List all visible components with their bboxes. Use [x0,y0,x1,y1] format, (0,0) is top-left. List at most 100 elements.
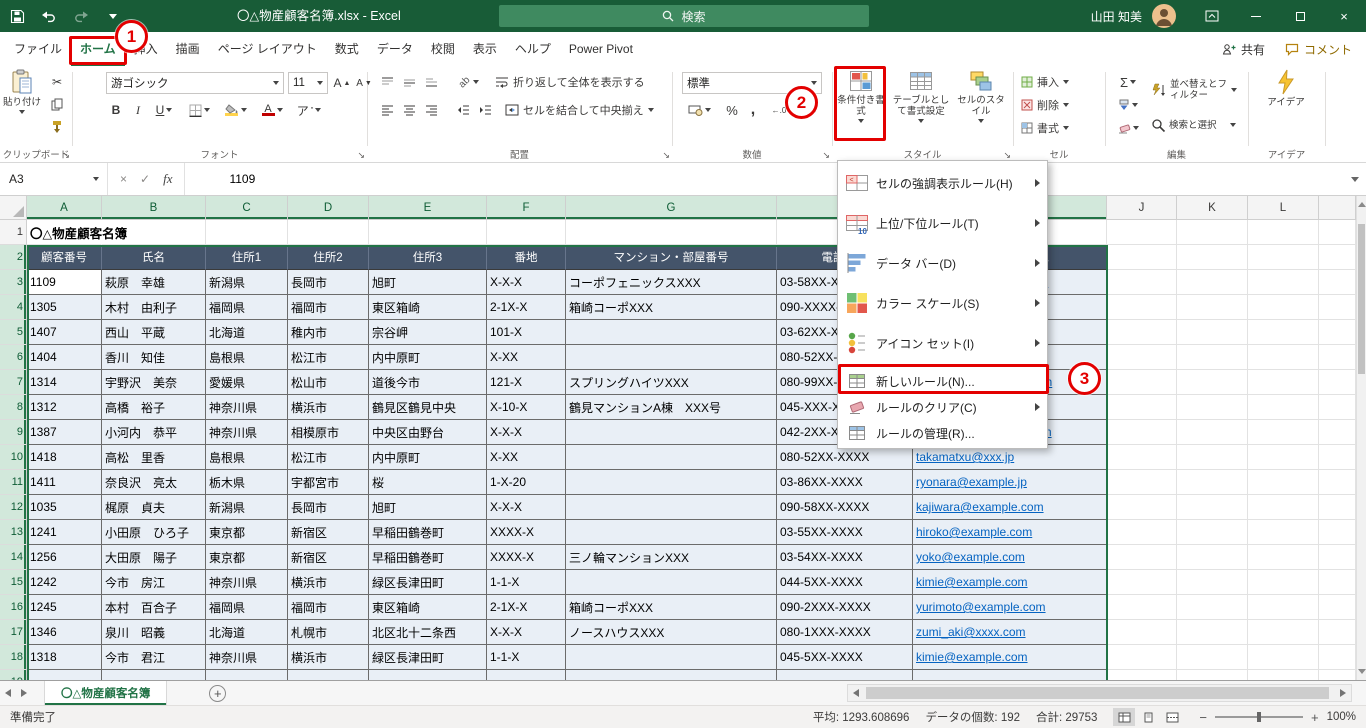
cell[interactable] [1248,520,1319,545]
cell[interactable] [1107,545,1177,570]
cell[interactable]: 長岡市 [288,495,369,520]
cell[interactable] [1107,395,1177,420]
cell[interactable] [487,220,566,245]
cell[interactable] [1248,370,1319,395]
cell[interactable]: 1314 [27,370,102,395]
cell[interactable]: 090-2XXX-XXXX [777,595,913,620]
wrap-text-button[interactable]: 折り返して全体を表示する [495,72,645,92]
cell[interactable]: 1318 [27,645,102,670]
column-header-F[interactable]: F [487,196,566,220]
cell[interactable] [1107,470,1177,495]
fill-color-button[interactable] [220,100,252,120]
align-center-icon[interactable] [399,100,419,120]
sort-filter-button[interactable]: 並べ替えとフィルター [1151,73,1245,107]
cell[interactable] [1107,345,1177,370]
cell[interactable] [566,420,777,445]
cell[interactable] [1107,620,1177,645]
number-dialog-launcher-icon[interactable]: ↘ [822,151,830,160]
cell[interactable]: 〇△物産顧客名簿 [27,220,127,245]
cell[interactable] [566,320,777,345]
column-header-E[interactable]: E [369,196,487,220]
cell[interactable]: 小河内 恭平 [102,420,206,445]
cell[interactable] [566,570,777,595]
cell[interactable] [1177,470,1248,495]
cell[interactable]: 宗谷岬 [369,320,487,345]
cell[interactable]: XXXX-X [487,545,566,570]
comma-style-button[interactable]: , [744,100,762,120]
cell[interactable] [1248,670,1319,680]
align-top-icon[interactable] [377,72,397,92]
menu-item[interactable]: < セルの強調表示ルール(H) [838,163,1047,203]
cell[interactable]: 内中原町 [369,345,487,370]
cell[interactable]: XXXX-X [487,520,566,545]
cell[interactable]: kimie@example.com [913,645,1107,670]
tab-ページ レイアウト[interactable]: ページ レイアウト [209,32,326,66]
currency-format-button[interactable] [682,100,716,120]
user-name[interactable]: 山田 知美 [1091,8,1142,25]
cell[interactable]: 新宿区 [288,520,369,545]
close-button[interactable]: × [1322,0,1366,32]
cell[interactable]: 神奈川県 [206,570,288,595]
name-box[interactable]: A3 [0,163,108,195]
cell[interactable]: 番地 [487,245,566,270]
percent-style-button[interactable]: % [722,100,742,120]
cell[interactable]: 1305 [27,295,102,320]
cell[interactable] [1177,445,1248,470]
cell[interactable]: 東区箱崎 [369,595,487,620]
cell[interactable]: 101-X [487,320,566,345]
cell[interactable]: 東京都 [206,545,288,570]
cell[interactable]: 宇野沢 美奈 [102,370,206,395]
cell[interactable] [1177,245,1248,270]
cell[interactable] [1177,645,1248,670]
row-header-4[interactable]: 4 [0,295,27,320]
cell[interactable] [1177,295,1248,320]
cell-styles-button[interactable]: セルのスタイル [954,69,1008,145]
redo-icon[interactable] [72,7,90,25]
zoom-out-icon[interactable]: − [1199,710,1207,725]
email-link[interactable]: yurimoto@example.com [916,600,1046,614]
cell[interactable] [1248,620,1319,645]
cell[interactable]: 福岡市 [288,295,369,320]
row-header-2[interactable]: 2 [0,245,27,270]
cell[interactable] [1177,345,1248,370]
cell[interactable] [1107,495,1177,520]
cell[interactable]: kimie@example.com [913,570,1107,595]
row-header-17[interactable]: 17 [0,620,27,645]
select-all-corner[interactable] [0,196,27,220]
cell[interactable]: 新潟県 [206,495,288,520]
cell[interactable]: 2-1X-X [487,295,566,320]
cell[interactable]: 萩原 幸雄 [102,270,206,295]
tab-Power Pivot[interactable]: Power Pivot [560,32,642,66]
page-layout-view-button[interactable] [1137,708,1159,726]
qat-customize-icon[interactable] [104,7,122,25]
column-header-C[interactable]: C [206,196,288,220]
cell[interactable]: 神奈川県 [206,645,288,670]
cell[interactable]: 1404 [27,345,102,370]
ideas-button[interactable]: アイデア [1260,69,1312,145]
cell[interactable] [1177,395,1248,420]
cell[interactable]: 1346 [27,620,102,645]
cell[interactable]: 1312 [27,395,102,420]
cell[interactable]: 121-X [487,370,566,395]
cell[interactable] [206,670,288,680]
email-link[interactable]: hiroko@example.com [916,525,1032,539]
zoom-level[interactable]: 100% [1327,711,1356,723]
font-dialog-launcher-icon[interactable]: ↘ [357,151,365,160]
cell[interactable] [1319,520,1356,545]
cell[interactable] [1177,420,1248,445]
cell[interactable]: 1407 [27,320,102,345]
cell[interactable]: 箱崎コーポXXX [566,295,777,320]
cell[interactable] [1319,570,1356,595]
cell[interactable]: 福岡市 [288,595,369,620]
scroll-left-icon[interactable] [853,689,859,697]
cut-button[interactable]: ✂ [46,72,68,92]
email-link[interactable]: kimie@example.com [916,650,1028,664]
cell[interactable]: 三ノ輪マンションXXX [566,545,777,570]
cell[interactable] [566,345,777,370]
cell[interactable] [566,645,777,670]
cell[interactable]: 宇都宮市 [288,470,369,495]
cell[interactable] [1177,270,1248,295]
cell[interactable]: 神奈川県 [206,395,288,420]
comments-button[interactable]: コメント [1285,41,1352,58]
email-link[interactable]: ryonara@example.jp [916,475,1027,489]
